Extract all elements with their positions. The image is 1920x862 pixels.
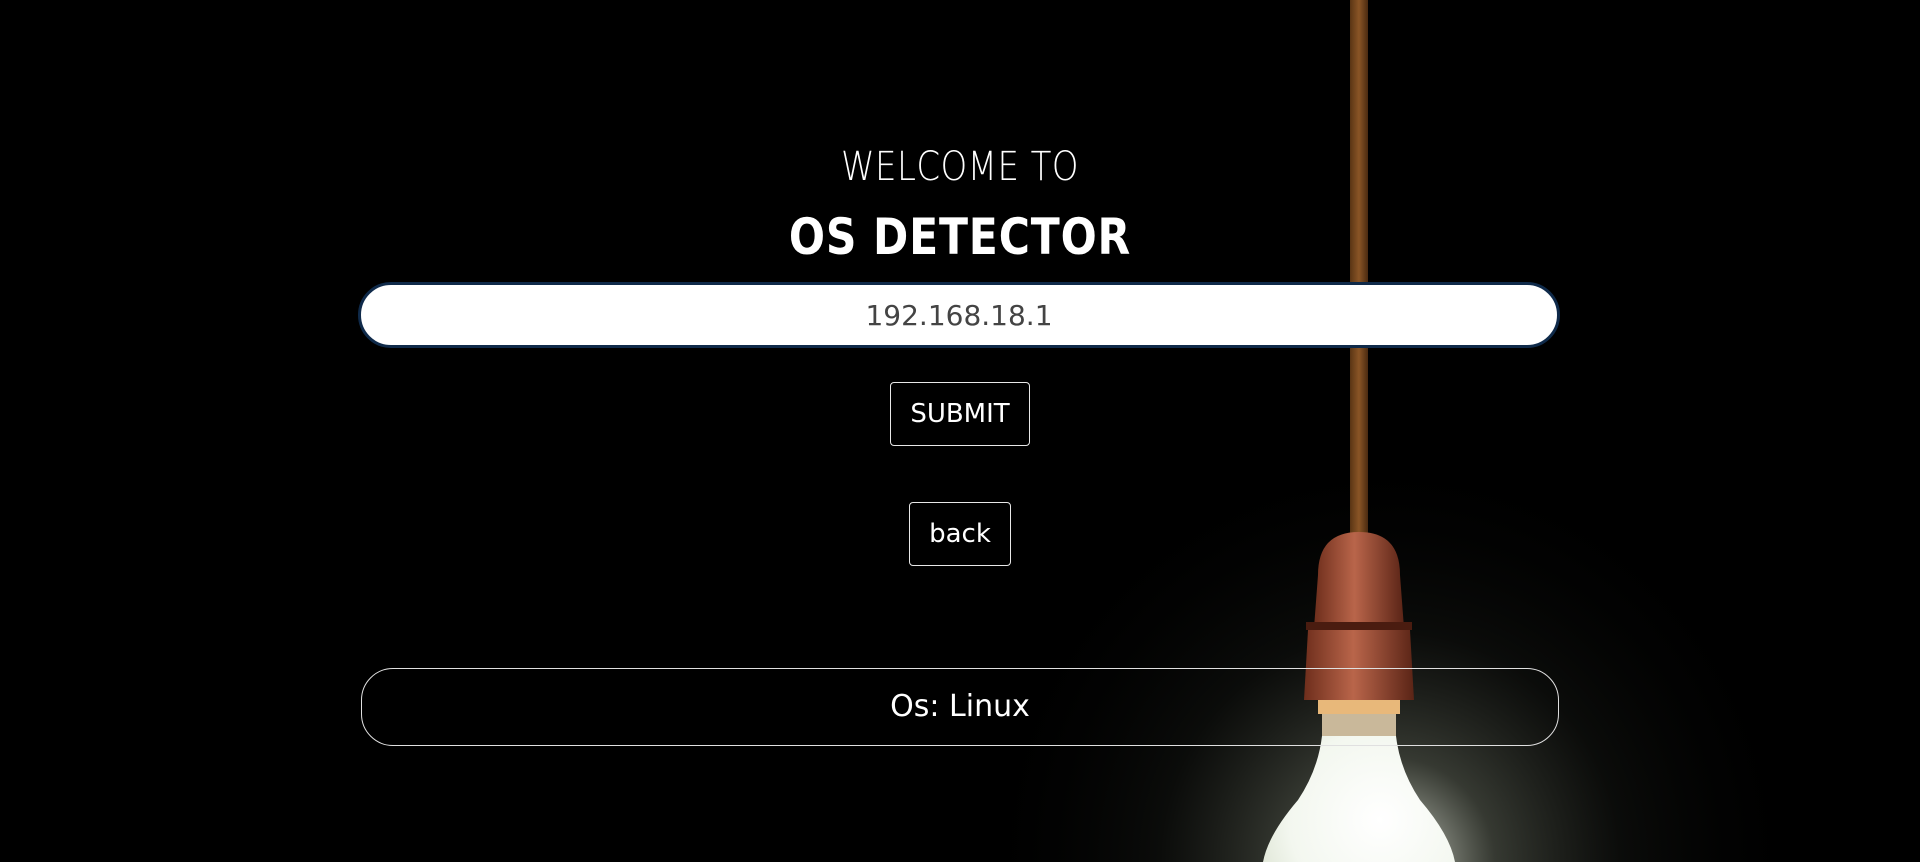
page: WELCOME TO OS DETECTOR SUBMIT back Os: L… <box>0 0 1920 862</box>
submit-button[interactable]: SUBMIT <box>890 382 1030 446</box>
os-result-box: Os: Linux <box>361 668 1559 746</box>
ip-address-input[interactable] <box>358 282 1560 348</box>
back-button[interactable]: back <box>909 502 1011 566</box>
page-title: OS DETECTOR <box>788 208 1132 266</box>
welcome-heading: WELCOME TO <box>841 144 1079 190</box>
